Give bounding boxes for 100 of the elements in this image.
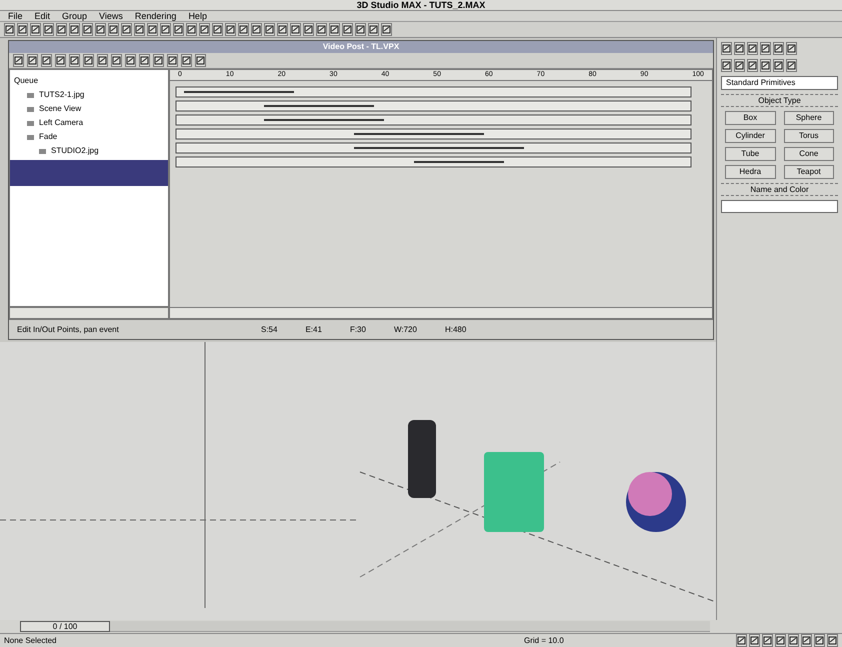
tool-button[interactable]: [83, 54, 94, 67]
tool-button[interactable]: [121, 23, 132, 36]
tool-button[interactable]: [69, 54, 80, 67]
category-dropdown[interactable]: Standard Primitives: [721, 76, 838, 90]
square-icon: [182, 56, 191, 65]
tool-button[interactable]: [368, 23, 379, 36]
tool-button[interactable]: [134, 23, 145, 36]
menu-item[interactable]: Group: [62, 12, 88, 20]
primitive-button[interactable]: Torus: [784, 129, 834, 143]
queue-item[interactable]: TUTS2-1.jpg: [39, 89, 84, 101]
tool-button[interactable]: [747, 59, 758, 72]
tool-button[interactable]: [69, 23, 80, 36]
square-icon: [112, 56, 121, 65]
primitive-button[interactable]: Cone: [784, 147, 834, 161]
menu-item[interactable]: Rendering: [134, 12, 176, 20]
square-icon: [382, 25, 391, 34]
tool-button[interactable]: [55, 54, 66, 67]
tool-button[interactable]: [251, 23, 262, 36]
tool-button[interactable]: [277, 23, 288, 36]
tool-button[interactable]: [97, 54, 108, 67]
tool-button[interactable]: [199, 23, 210, 36]
tool-button[interactable]: [329, 23, 340, 36]
rollout-header[interactable]: Object Type: [721, 94, 838, 107]
tool-button[interactable]: [125, 54, 136, 67]
menu-item[interactable]: Edit: [34, 12, 50, 20]
tool-button[interactable]: [13, 54, 24, 67]
square-icon: [356, 25, 365, 34]
tool-button[interactable]: [111, 54, 122, 67]
square-icon: [83, 25, 92, 34]
tool-button[interactable]: [95, 23, 106, 36]
tool-button[interactable]: [264, 23, 275, 36]
tool-button[interactable]: [30, 23, 41, 36]
square-icon: [70, 25, 79, 34]
tool-button[interactable]: [238, 23, 249, 36]
square-icon: [774, 61, 783, 70]
tool-button[interactable]: [721, 59, 732, 72]
tool-button[interactable]: [167, 54, 178, 67]
tool-button[interactable]: [17, 23, 28, 36]
tool-button[interactable]: [290, 23, 301, 36]
queue-item[interactable]: Fade: [39, 131, 58, 143]
tool-button[interactable]: [27, 54, 38, 67]
time-slider-thumb[interactable]: 0 / 100: [20, 621, 110, 632]
tool-button[interactable]: [195, 54, 206, 67]
primitive-button[interactable]: Hedra: [725, 165, 776, 179]
tool-button[interactable]: [814, 634, 825, 647]
tool-button[interactable]: [786, 42, 797, 55]
tool-button[interactable]: [153, 54, 164, 67]
tool-button[interactable]: [749, 634, 760, 647]
queue-item[interactable]: Left Camera: [39, 117, 84, 129]
tool-button[interactable]: [762, 634, 773, 647]
tool-button[interactable]: [173, 23, 184, 36]
tool-button[interactable]: [747, 42, 758, 55]
tool-button[interactable]: [181, 54, 192, 67]
tool-button[interactable]: [342, 23, 353, 36]
name-field[interactable]: [721, 200, 838, 213]
tool-button[interactable]: [56, 23, 67, 36]
tool-button[interactable]: [736, 634, 747, 647]
tool-button[interactable]: [786, 59, 797, 72]
rollout-header[interactable]: Name and Color: [721, 183, 838, 196]
tool-button[interactable]: [734, 42, 745, 55]
queue-item[interactable]: STUDIO2.jpg: [51, 145, 99, 157]
primitive-button[interactable]: Box: [725, 111, 776, 125]
tool-button[interactable]: [760, 59, 771, 72]
queue-item[interactable]: Scene View: [39, 103, 82, 115]
tool-button[interactable]: [4, 23, 15, 36]
primitive-button[interactable]: Sphere: [784, 111, 834, 125]
tool-button[interactable]: [773, 59, 784, 72]
tool-button[interactable]: [303, 23, 314, 36]
tool-button[interactable]: [355, 23, 366, 36]
tool-button[interactable]: [827, 634, 838, 647]
tool-button[interactable]: [160, 23, 171, 36]
tool-button[interactable]: [82, 23, 93, 36]
tool-button[interactable]: [43, 23, 54, 36]
square-icon: [96, 25, 105, 34]
tool-button[interactable]: [773, 42, 784, 55]
tool-button[interactable]: [775, 634, 786, 647]
tool-button[interactable]: [381, 23, 392, 36]
tool-button[interactable]: [801, 634, 812, 647]
tool-button[interactable]: [760, 42, 771, 55]
tool-button[interactable]: [212, 23, 223, 36]
primitive-button[interactable]: Tube: [725, 147, 776, 161]
queue-item[interactable]: Queue: [14, 75, 38, 87]
tool-button[interactable]: [788, 634, 799, 647]
tool-button[interactable]: [186, 23, 197, 36]
menu-item[interactable]: Views: [99, 12, 123, 20]
square-icon: [735, 44, 744, 53]
tool-button[interactable]: [225, 23, 236, 36]
tool-button[interactable]: [147, 23, 158, 36]
tool-button[interactable]: [734, 59, 745, 72]
primitive-button[interactable]: Cylinder: [725, 129, 776, 143]
tool-button[interactable]: [108, 23, 119, 36]
tool-button[interactable]: [139, 54, 150, 67]
square-icon: [98, 56, 107, 65]
tool-button[interactable]: [721, 42, 732, 55]
primitive-button[interactable]: Teapot: [784, 165, 834, 179]
tool-button[interactable]: [41, 54, 52, 67]
menu-item[interactable]: Help: [188, 12, 207, 20]
menu-item[interactable]: File: [8, 12, 23, 20]
square-icon: [239, 25, 248, 34]
tool-button[interactable]: [316, 23, 327, 36]
